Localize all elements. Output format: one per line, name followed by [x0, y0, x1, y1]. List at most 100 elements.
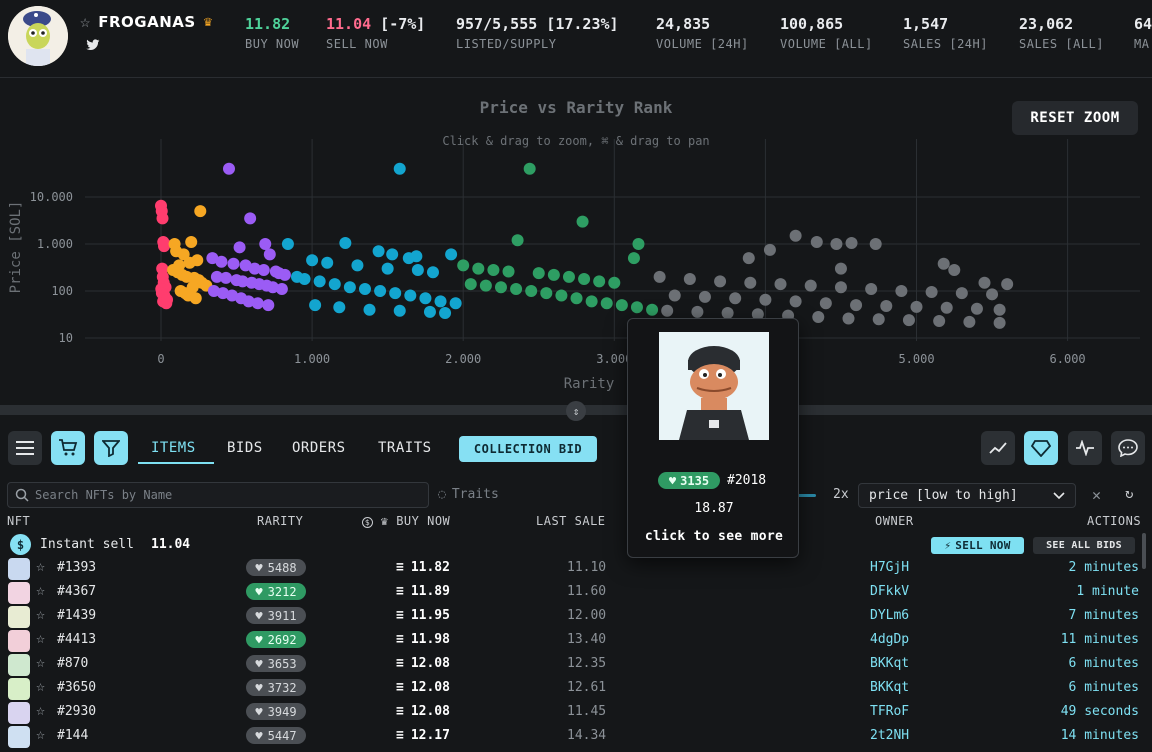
data-point[interactable]: [970, 302, 983, 315]
data-point[interactable]: [510, 283, 523, 296]
data-point[interactable]: [691, 305, 704, 318]
data-point[interactable]: [955, 287, 968, 300]
tooltip-see-more-link[interactable]: click to see more: [628, 529, 800, 544]
data-point[interactable]: [372, 245, 385, 258]
data-point[interactable]: [668, 289, 681, 302]
buy-now-price[interactable]: ≡ 12.08: [396, 680, 450, 695]
table-row[interactable]: ☆ #4367 ♥ 3212 ≡ 11.89 11.60 DFkkV 1 minute: [0, 580, 1152, 604]
tab-items[interactable]: ITEMS: [151, 440, 196, 456]
data-point[interactable]: [834, 281, 847, 294]
tab-bids[interactable]: BIDS: [227, 440, 263, 456]
col-owner[interactable]: OWNER: [875, 514, 914, 528]
data-point[interactable]: [585, 295, 598, 308]
data-point[interactable]: [540, 287, 553, 300]
favorite-star-icon[interactable]: ☆: [36, 605, 45, 623]
data-point[interactable]: [774, 278, 787, 291]
data-point[interactable]: [880, 299, 893, 312]
data-point[interactable]: [374, 285, 387, 297]
data-point[interactable]: [275, 283, 288, 296]
refresh-icon[interactable]: ↻: [1125, 486, 1133, 502]
data-point[interactable]: [233, 241, 246, 254]
data-point[interactable]: [600, 297, 613, 310]
data-point[interactable]: [789, 229, 802, 242]
buy-now-price[interactable]: ≡ 12.08: [396, 704, 450, 719]
owner-link[interactable]: H7GjH: [870, 560, 909, 575]
data-point[interactable]: [339, 237, 352, 250]
data-point[interactable]: [457, 259, 470, 272]
data-point[interactable]: [419, 292, 432, 305]
clear-icon[interactable]: ✕: [1092, 486, 1101, 504]
data-point[interactable]: [263, 248, 276, 261]
data-point[interactable]: [842, 312, 855, 325]
col-buy-now[interactable]: $ ♛ BUY NOW: [362, 514, 450, 528]
favorite-star-icon[interactable]: ☆: [36, 725, 45, 743]
data-point[interactable]: [869, 238, 882, 250]
data-point[interactable]: [363, 303, 376, 316]
owner-link[interactable]: 4dgDp: [870, 632, 909, 647]
data-point[interactable]: [222, 162, 235, 175]
data-point[interactable]: [219, 271, 232, 284]
data-point[interactable]: [986, 288, 999, 301]
data-point[interactable]: [555, 289, 568, 302]
data-point[interactable]: [632, 238, 645, 250]
data-point[interactable]: [630, 301, 643, 314]
data-point[interactable]: [547, 268, 560, 281]
col-nft[interactable]: NFT: [7, 514, 30, 528]
favorite-star-icon[interactable]: ☆: [36, 581, 45, 599]
data-point[interactable]: [257, 263, 270, 276]
data-point[interactable]: [244, 212, 257, 225]
data-point[interactable]: [161, 293, 174, 306]
buy-now-price[interactable]: ≡ 11.95: [396, 608, 450, 623]
data-point[interactable]: [615, 299, 628, 312]
table-row[interactable]: ☆ #1439 ♥ 3911 ≡ 11.95 12.00 DYLm6 7 minutes: [0, 604, 1152, 628]
data-point[interactable]: [646, 303, 659, 316]
data-point[interactable]: [729, 292, 742, 305]
activity-chart-toggle[interactable]: [1068, 431, 1102, 465]
data-point[interactable]: [845, 237, 858, 250]
col-last-sale[interactable]: LAST SALE: [536, 514, 606, 528]
data-point[interactable]: [562, 270, 575, 283]
table-row[interactable]: ☆ #870 ♥ 3653 ≡ 12.08 12.35 BKKqt 6 minutes: [0, 652, 1152, 676]
data-point[interactable]: [281, 238, 294, 250]
data-point[interactable]: [445, 248, 458, 261]
nft-preview-image[interactable]: [659, 332, 769, 440]
data-point[interactable]: [963, 315, 976, 328]
nft-thumbnail[interactable]: [8, 678, 30, 700]
data-point[interactable]: [993, 316, 1006, 329]
data-point[interactable]: [393, 304, 406, 317]
data-point[interactable]: [472, 262, 485, 275]
data-point[interactable]: [343, 281, 356, 294]
data-point[interactable]: [194, 205, 207, 218]
size-slider[interactable]: [798, 494, 816, 497]
tab-orders[interactable]: ORDERS: [292, 440, 346, 456]
owner-link[interactable]: BKKqt: [870, 656, 909, 671]
data-point[interactable]: [525, 285, 538, 297]
data-point[interactable]: [895, 285, 908, 297]
data-point[interactable]: [570, 292, 583, 305]
data-point[interactable]: [834, 262, 847, 275]
data-point[interactable]: [850, 299, 863, 312]
data-point[interactable]: [714, 275, 727, 288]
price-chart-toggle[interactable]: [981, 431, 1015, 465]
favorite-star-icon[interactable]: ☆: [36, 557, 45, 575]
filter-button[interactable]: [94, 431, 128, 465]
data-point[interactable]: [185, 236, 198, 249]
favorite-star-icon[interactable]: ☆: [36, 653, 45, 671]
buy-now-price[interactable]: ≡ 11.82: [396, 560, 450, 575]
data-point[interactable]: [358, 283, 371, 296]
table-row[interactable]: ☆ #4413 ♥ 2692 ≡ 11.98 13.40 4dgDp 11 minutes: [0, 628, 1152, 652]
table-row[interactable]: ☆ #2930 ♥ 3949 ≡ 12.08 11.45 TFRoF 49 seconds: [0, 700, 1152, 724]
data-point[interactable]: [608, 276, 621, 289]
owner-link[interactable]: TFRoF: [870, 704, 909, 719]
buy-now-price[interactable]: ≡ 11.89: [396, 584, 450, 599]
data-point[interactable]: [759, 293, 772, 306]
buy-now-price[interactable]: ≡ 12.17: [396, 728, 450, 743]
owner-link[interactable]: DFkkV: [870, 584, 909, 599]
buy-now-price[interactable]: ≡ 12.08: [396, 656, 450, 671]
data-point[interactable]: [804, 279, 817, 292]
data-point[interactable]: [156, 212, 169, 225]
nft-hover-tooltip[interactable]: ♥ 3135 #2018 18.87 click to see more: [627, 318, 799, 558]
data-point[interactable]: [627, 252, 640, 265]
data-point[interactable]: [865, 283, 878, 296]
traits-toggle[interactable]: ◌ Traits: [438, 487, 499, 502]
